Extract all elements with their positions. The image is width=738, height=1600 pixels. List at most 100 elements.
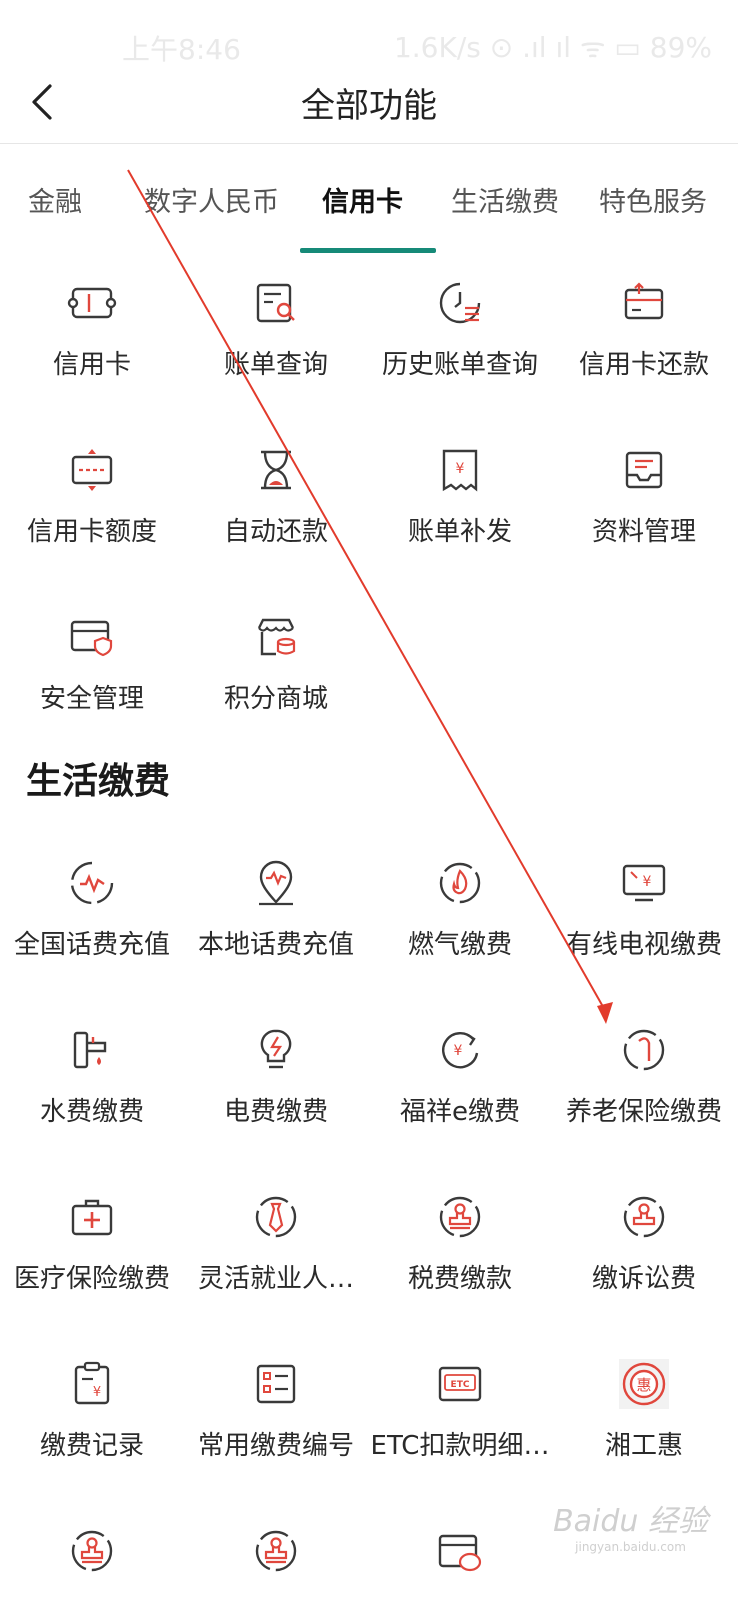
- credit-card-item[interactable]: ¥ 账单补发: [368, 425, 552, 595]
- water-tap-icon: [73, 1031, 107, 1069]
- credit-card-item[interactable]: 积分商城: [184, 592, 368, 762]
- life-payment-item[interactable]: ¥ 福祥e缴费: [368, 1005, 552, 1175]
- life-payment-item[interactable]: [368, 1506, 552, 1600]
- tie-icon: [255, 1196, 297, 1238]
- yuan-refresh-icon: ¥: [442, 1032, 479, 1069]
- page-title: 全部功能: [301, 86, 437, 126]
- life-payment-item[interactable]: 常用缴费编号: [184, 1339, 368, 1509]
- credit-card-item-label: 信用卡: [52, 350, 131, 380]
- svg-text:¥: ¥: [456, 461, 465, 477]
- cane-icon: [623, 1029, 665, 1071]
- store-coins-icon: [257, 618, 296, 656]
- credit-card-item[interactable]: 信用卡额度: [0, 425, 184, 595]
- credit-card-item[interactable]: 历史账单查询: [368, 258, 552, 428]
- history-clock-icon: [439, 282, 481, 324]
- stamp-icon: [71, 1530, 113, 1572]
- life-payment-item[interactable]: [184, 1506, 368, 1600]
- medical-kit-icon: [71, 1199, 113, 1236]
- tab-finance[interactable]: 金融: [28, 180, 82, 219]
- life-payment-item-label: 养老保险缴费: [565, 1097, 722, 1127]
- tab-life-payment[interactable]: 生活缴费: [451, 180, 559, 219]
- header: 全部功能: [0, 60, 738, 144]
- life-payment-item[interactable]: 本地话费充值: [184, 838, 368, 1008]
- credit-card-item[interactable]: 信用卡: [0, 258, 184, 428]
- phone-wave-icon: [70, 861, 114, 905]
- life-payment-item[interactable]: 水费缴费: [0, 1005, 184, 1175]
- credit-card-item[interactable]: 自动还款: [184, 425, 368, 595]
- credit-card-item[interactable]: 信用卡还款: [552, 258, 736, 428]
- svg-text:惠: 惠: [636, 1376, 651, 1394]
- life-payment-item-label: 本地话费充值: [197, 930, 354, 960]
- life-payment-item-label: 灵活就业人…: [197, 1264, 354, 1294]
- life-payment-item-label: 缴诉讼费: [591, 1264, 696, 1294]
- life-payment-item-label: ETC扣款明细…: [370, 1431, 550, 1461]
- card-limit-icon: [71, 449, 113, 491]
- life-payment-item[interactable]: 灵活就业人…: [184, 1172, 368, 1342]
- list-card-icon: [256, 1364, 296, 1404]
- svg-text:¥: ¥: [454, 1043, 463, 1059]
- location-wave-icon: [259, 860, 293, 906]
- life-payment-item-label: 全国话费充值: [13, 930, 170, 960]
- stamp-icon: [255, 1530, 297, 1572]
- life-payment-item[interactable]: ¥ 有线电视缴费: [552, 838, 736, 1008]
- credit-card-item-label: 积分商城: [223, 684, 328, 714]
- life-payment-item[interactable]: 全国话费充值: [0, 838, 184, 1008]
- credit-card-item-label: 资料管理: [591, 517, 696, 547]
- credit-card-item-label: 历史账单查询: [381, 350, 538, 380]
- credit-card-item-label: 信用卡还款: [578, 350, 709, 380]
- life-payment-item-label: 燃气缴费: [407, 930, 512, 960]
- bulb-icon: [260, 1029, 292, 1069]
- gavel-stamp-icon: [623, 1196, 665, 1238]
- life-payment-item[interactable]: 缴诉讼费: [552, 1172, 736, 1342]
- hourglass-icon: [261, 450, 291, 490]
- life-payment-item-label: 湘工惠: [604, 1431, 683, 1461]
- stamp-icon: [439, 1196, 481, 1238]
- credit-card-item-label: 自动还款: [223, 517, 328, 547]
- life-payment-item-label: 税费缴款: [407, 1264, 512, 1294]
- credit-card-item-label: 账单补发: [407, 517, 512, 547]
- card-shield-icon: [70, 620, 113, 657]
- life-payment-item[interactable]: 养老保险缴费: [552, 1005, 736, 1175]
- bill-search-icon: [256, 283, 295, 323]
- svg-text:¥: ¥: [93, 1385, 101, 1400]
- tv-yuan-icon: ¥: [622, 864, 666, 902]
- svg-text:ETC: ETC: [451, 1380, 470, 1390]
- tab-credit-card[interactable]: 信用卡: [322, 180, 403, 219]
- section-title-life-payment: 生活缴费: [26, 761, 171, 802]
- life-payment-item-label: 水费缴费: [39, 1097, 144, 1127]
- etc-icon: ETC: [438, 1366, 482, 1402]
- life-payment-item-label: 缴费记录: [39, 1431, 144, 1461]
- inbox-tray-icon: [625, 451, 663, 489]
- clipboard-yuan-icon: ¥: [74, 1361, 110, 1405]
- credit-card-item[interactable]: 安全管理: [0, 592, 184, 762]
- baidu-watermark: Baidu 经验 jingyan.baidu.com: [553, 1504, 708, 1554]
- category-tabs: 金融 数字人民币 信用卡 生活缴费 特色服务: [0, 144, 738, 256]
- svg-text:¥: ¥: [643, 874, 652, 890]
- active-tab-indicator: [300, 248, 436, 253]
- life-payment-item-label: 有线电视缴费: [565, 930, 722, 960]
- life-payment-item-label: 常用缴费编号: [197, 1431, 354, 1461]
- tab-special-services[interactable]: 特色服务: [599, 180, 707, 219]
- bill-yuan-icon: ¥: [442, 449, 478, 492]
- card-ticket-icon: [67, 287, 117, 319]
- life-payment-item[interactable]: 税费缴款: [368, 1172, 552, 1342]
- credit-card-item-label: 信用卡额度: [26, 517, 157, 547]
- credit-card-item[interactable]: 资料管理: [552, 425, 736, 595]
- tab-digital-rmb[interactable]: 数字人民币: [144, 180, 279, 219]
- life-payment-item-label: 医疗保险缴费: [13, 1264, 170, 1294]
- card-logo-icon: [438, 1534, 482, 1572]
- life-payment-item[interactable]: 惠湘工惠: [552, 1339, 736, 1509]
- credit-card-item-label: 账单查询: [223, 350, 328, 380]
- life-payment-item[interactable]: 燃气缴费: [368, 838, 552, 1008]
- life-payment-item-label: 电费缴费: [223, 1097, 328, 1127]
- flame-icon: [439, 862, 481, 904]
- credit-card-item[interactable]: 账单查询: [184, 258, 368, 428]
- life-payment-item-label: 福祥e缴费: [400, 1097, 520, 1127]
- credit-card-item-label: 安全管理: [39, 684, 144, 714]
- life-payment-item[interactable]: ETC ETC扣款明细…: [368, 1339, 552, 1509]
- life-payment-item[interactable]: ¥ 缴费记录: [0, 1339, 184, 1509]
- card-repay-icon: [624, 282, 664, 320]
- life-payment-item[interactable]: 医疗保险缴费: [0, 1172, 184, 1342]
- life-payment-item[interactable]: [0, 1506, 184, 1600]
- life-payment-item[interactable]: 电费缴费: [184, 1005, 368, 1175]
